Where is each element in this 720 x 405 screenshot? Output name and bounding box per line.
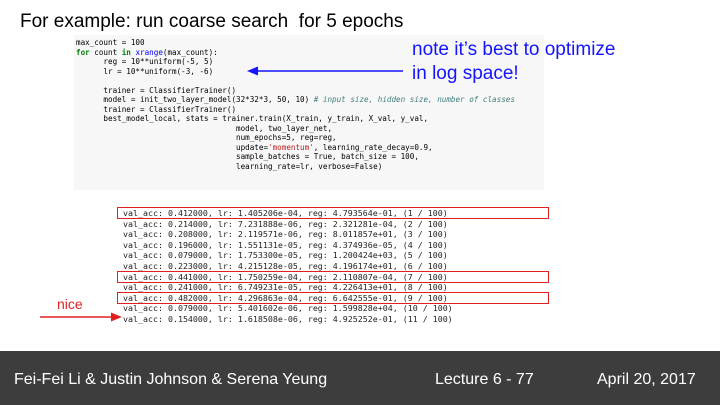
nice-label: nice xyxy=(57,296,83,312)
note-arrow-icon xyxy=(247,66,403,76)
footer-date: April 20, 2017 xyxy=(597,371,696,388)
output-line: val_acc: 0.223000, lr: 4.215128e-05, reg… xyxy=(123,260,448,271)
footer-lecture: Lecture 6 - 77 xyxy=(435,371,534,388)
highlight-box-run-7 xyxy=(117,271,549,283)
output-line: val_acc: 0.241000, lr: 6.749231e-05, reg… xyxy=(123,282,448,293)
output-line: val_acc: 0.196000, lr: 1.551131e-05, reg… xyxy=(123,239,448,250)
output-line: val_acc: 0.208000, lr: 2.119571e-06, reg… xyxy=(123,229,448,240)
highlight-box-run-1 xyxy=(117,207,549,219)
slide-footer: Fei-Fei Li & Justin Johnson & Serena Yeu… xyxy=(0,351,720,405)
nice-arrow-icon xyxy=(40,312,122,322)
output-line: val_acc: 0.154000, lr: 1.618508e-06, reg… xyxy=(123,313,453,324)
output-line: val_acc: 0.214000, lr: 7.231888e-06, reg… xyxy=(123,218,448,229)
footer-authors: Fei-Fei Li & Justin Johnson & Serena Yeu… xyxy=(14,371,328,388)
output-line: val_acc: 0.079000, lr: 1.753300e-05, reg… xyxy=(123,250,448,261)
search-output: val_acc: 0.412000, lr: 1.405206e-04, reg… xyxy=(123,208,453,325)
output-line: val_acc: 0.079000, lr: 5.401602e-06, reg… xyxy=(123,303,453,314)
highlight-box-run-9 xyxy=(117,292,549,304)
arrows-overlay xyxy=(40,66,403,322)
